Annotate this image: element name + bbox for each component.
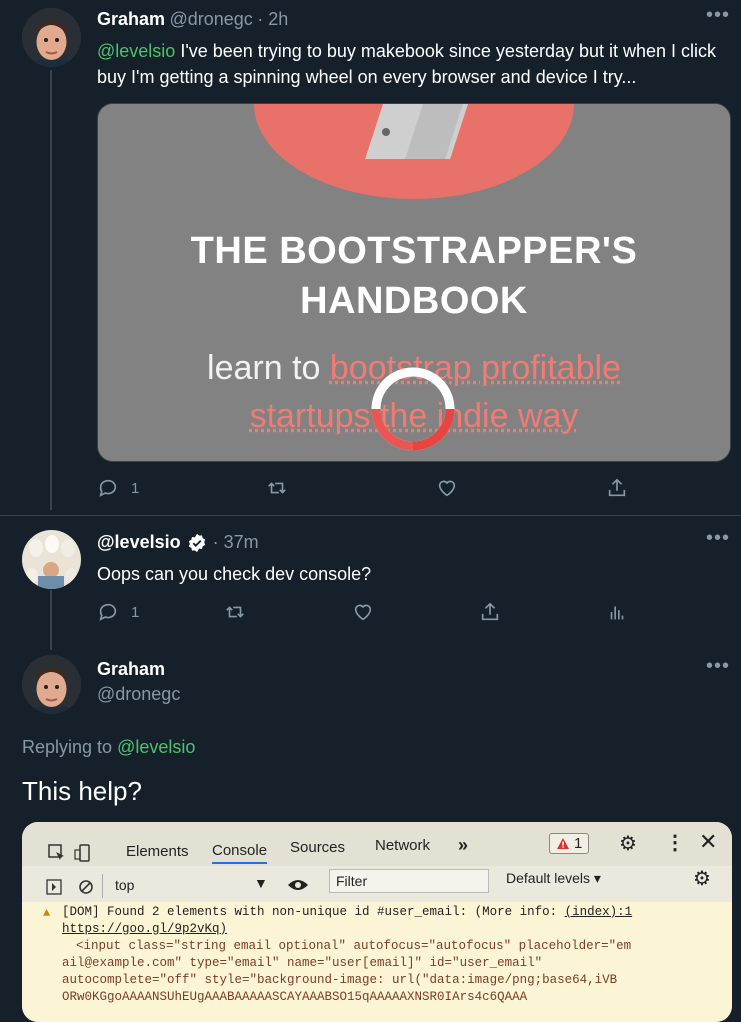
thread-line [50, 590, 52, 650]
devtools-tab-console[interactable]: Console [212, 842, 268, 864]
console-warning-message: ▲ [DOM] Found 2 elements with non-unique… [22, 902, 732, 1022]
reply-button[interactable]: 1 [97, 601, 139, 623]
replying-prefix: Replying to [22, 737, 118, 757]
verified-badge-icon [188, 533, 205, 552]
more-icon[interactable]: ••• [706, 527, 730, 550]
reply-icon [99, 603, 117, 621]
share-icon [608, 478, 626, 497]
tweet-header: @levelsio · 37m [97, 532, 259, 553]
devtools-more-tabs[interactable]: » [458, 835, 468, 856]
reply-count: 1 [131, 603, 140, 621]
console-line-4: ail@example.com" type="email" name="user… [62, 956, 543, 970]
tweet-text: @levelsio I've been trying to buy makebo… [97, 38, 737, 90]
analytics-icon [610, 606, 624, 620]
context-dropdown-icon: ▼ [254, 875, 268, 891]
avatar[interactable] [22, 8, 81, 67]
clear-console-icon[interactable] [78, 879, 94, 895]
display-name[interactable]: Graham [97, 659, 165, 680]
thread-line [50, 70, 52, 510]
devtools-tab-sources[interactable]: Sources [290, 839, 345, 856]
source-link[interactable]: (index):1 [565, 905, 633, 919]
console-settings-gear-icon[interactable]: ⚙ [693, 866, 711, 891]
divider [0, 515, 741, 516]
share-icon [481, 602, 499, 621]
timestamp[interactable]: · 2h [257, 9, 288, 29]
warning-icon [557, 838, 569, 849]
tweet-header: Graham @dronegc · 2h [97, 9, 288, 30]
like-button[interactable] [436, 477, 458, 499]
console-line-5: autocomplete="off" style="background-ima… [62, 973, 618, 987]
devtools-tab-network[interactable]: Network [375, 837, 430, 854]
warning-badge[interactable]: 1 [549, 833, 590, 854]
retweet-button[interactable] [266, 477, 288, 499]
link-card[interactable]: THE BOOTSTRAPPER'S HANDBOOK learn to boo… [97, 103, 731, 462]
more-icon[interactable]: ••• [706, 655, 730, 678]
avatar[interactable] [22, 530, 81, 589]
card-sub-plain: learn to [207, 349, 330, 387]
display-name[interactable]: @levelsio [97, 532, 181, 553]
display-name[interactable]: Graham [97, 9, 165, 29]
attached-image-devtools[interactable]: Elements Console Sources Network » 1 ⚙ ⋮… [22, 822, 732, 1022]
eye-icon[interactable] [287, 878, 309, 892]
devtools-tab-elements[interactable]: Elements [126, 843, 189, 860]
heart-icon [354, 604, 372, 621]
reply-button[interactable]: 1 [97, 477, 139, 499]
heart-icon [438, 480, 456, 497]
device-toolbar-icon [74, 844, 90, 862]
handle[interactable]: @dronegc [97, 684, 180, 705]
tweet-body: I've been trying to buy makebook since y… [97, 41, 717, 87]
reply-icon [99, 479, 117, 497]
avatar[interactable] [22, 655, 81, 714]
card-title: THE BOOTSTRAPPER'S HANDBOOK [98, 226, 730, 326]
like-button[interactable] [352, 601, 374, 623]
card-title-line1: THE BOOTSTRAPPER'S [190, 230, 638, 272]
console-line-3: <input class="string email optional" aut… [76, 939, 632, 953]
share-button[interactable] [479, 601, 501, 623]
mention-link[interactable]: @levelsio [97, 41, 175, 61]
reply-count: 1 [131, 479, 140, 497]
sidebar-toggle-icon[interactable] [46, 879, 62, 895]
tweet-text: Oops can you check dev console? [97, 564, 372, 584]
retweet-icon [268, 482, 286, 494]
warning-count: 1 [574, 835, 583, 852]
card-title-line2: HANDBOOK [300, 280, 528, 322]
warning-icon: ▲ [43, 906, 51, 920]
handle[interactable]: @dronegc [169, 9, 252, 29]
retweet-icon [226, 606, 244, 618]
filter-input[interactable]: Filter [329, 869, 489, 893]
replying-mention[interactable]: @levelsio [117, 737, 195, 757]
replying-to: Replying to @levelsio [22, 737, 195, 758]
gear-icon[interactable]: ⚙ [619, 831, 637, 856]
close-devtools-icon[interactable]: ✕ [699, 829, 717, 855]
tweet-text: This help? [22, 776, 142, 806]
retweet-button[interactable] [224, 601, 246, 623]
loading-spinner-icon [371, 367, 455, 451]
console-url-link[interactable]: https://goo.gl/9p2vKq) [62, 921, 227, 938]
log-levels-select[interactable]: Default levels ▾ [506, 870, 601, 887]
kebab-menu-icon[interactable]: ⋮ [665, 830, 685, 855]
console-line-6: ORw0KGgoAAAANSUhEUgAAABAAAAASCAYAAABSO15… [62, 990, 528, 1004]
inspect-element-icon [48, 844, 64, 860]
context-value: top [115, 877, 135, 893]
timestamp[interactable]: · 37m [213, 532, 259, 553]
analytics-button[interactable] [606, 601, 628, 623]
more-icon[interactable]: ••• [706, 4, 730, 27]
console-line-1: [DOM] Found 2 elements with non-unique i… [62, 905, 565, 919]
share-button[interactable] [606, 477, 628, 499]
